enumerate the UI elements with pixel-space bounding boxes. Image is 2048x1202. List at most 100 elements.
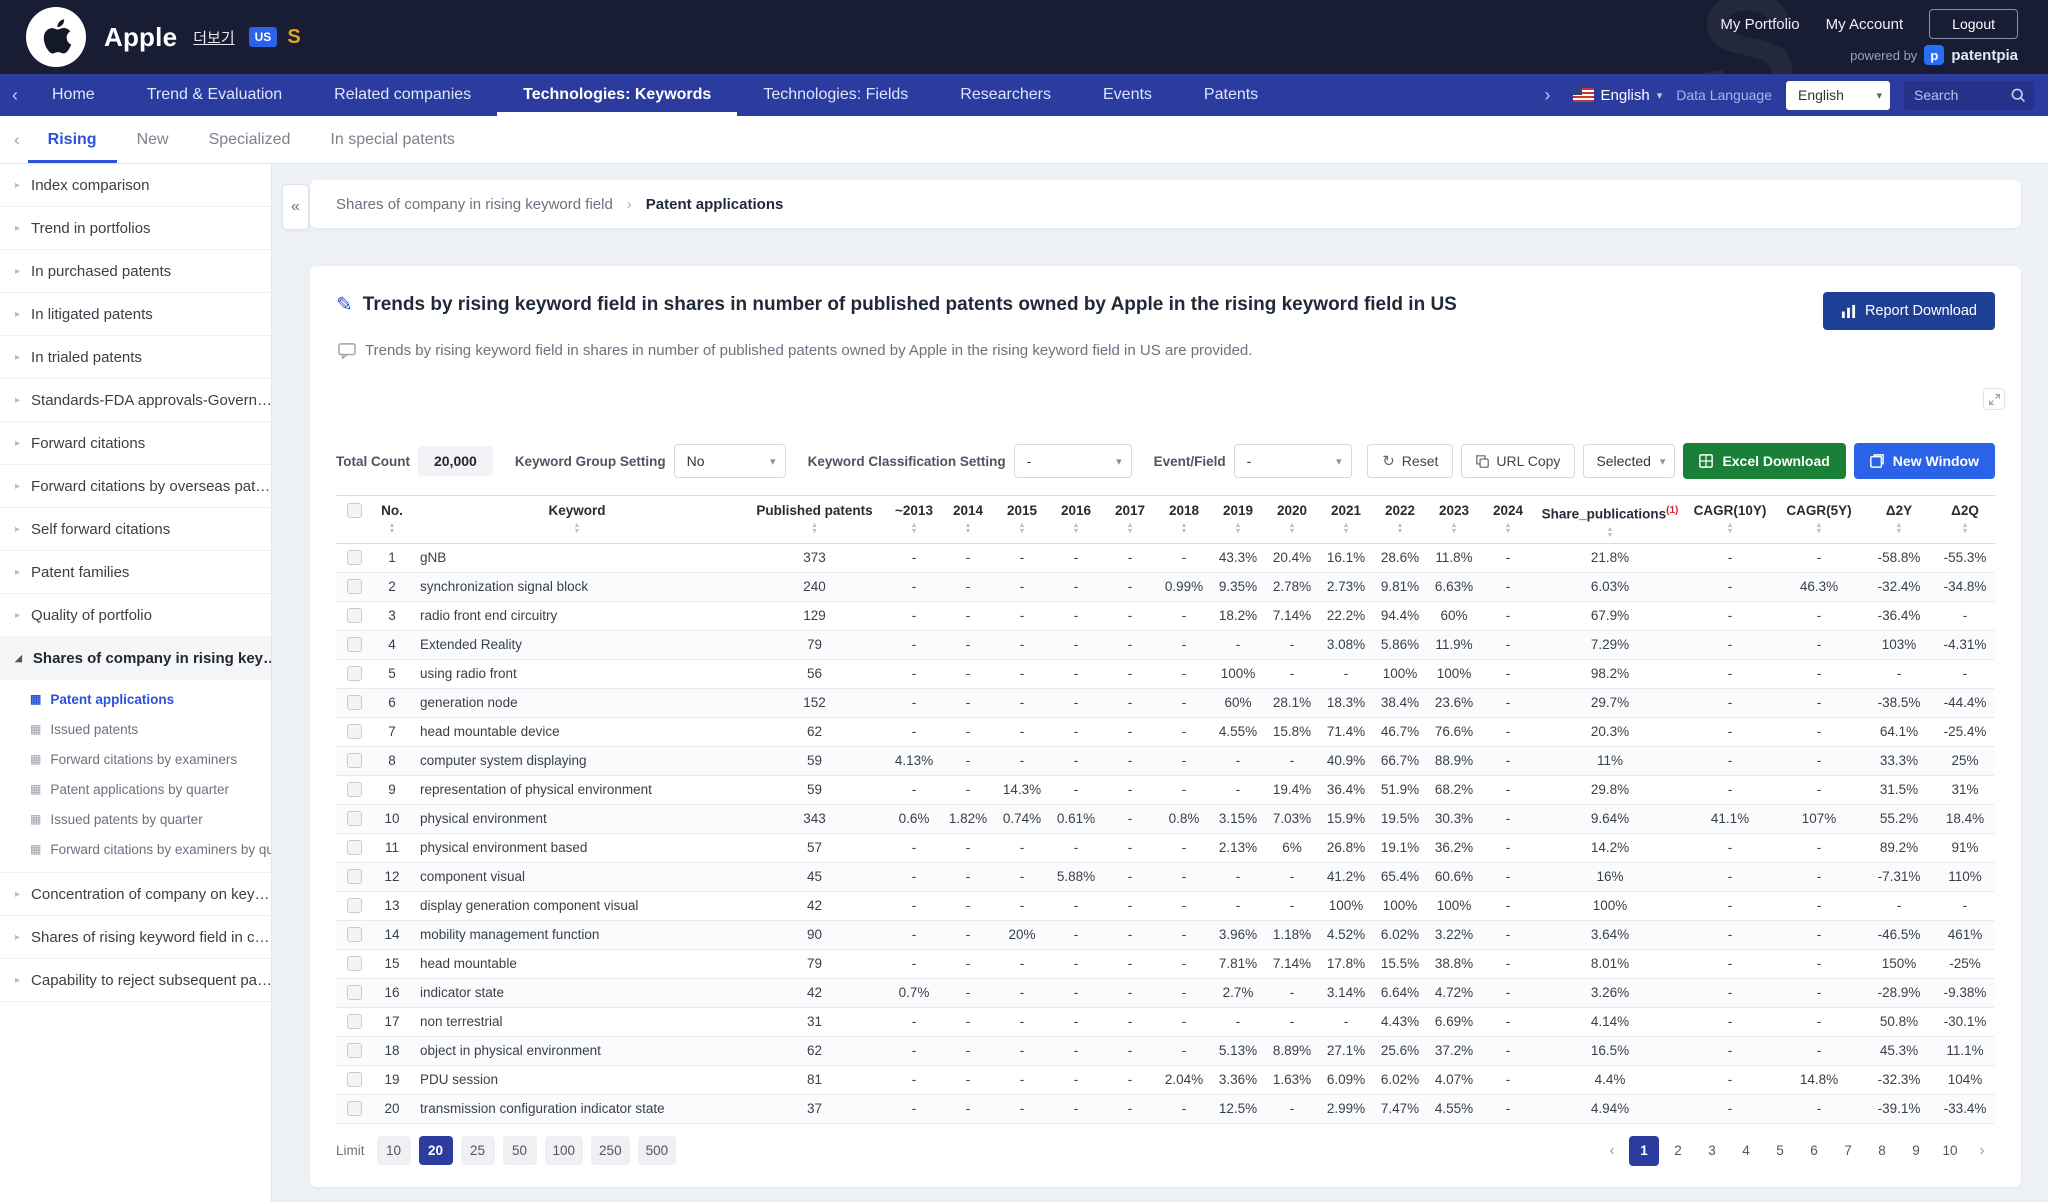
row-checkbox[interactable] <box>347 608 362 623</box>
more-link[interactable]: 더보기 <box>193 27 234 48</box>
url-copy-button[interactable]: URL Copy <box>1461 444 1575 478</box>
nav-item-technologies-keywords[interactable]: Technologies: Keywords <box>497 74 737 116</box>
sidebar-subitem-issued-patents[interactable]: ▦Issued patents <box>0 714 271 744</box>
expand-icon[interactable] <box>1983 388 2005 410</box>
sort-icon[interactable]: ▲▼ <box>1321 523 1371 535</box>
nav-item-patents[interactable]: Patents <box>1178 74 1284 116</box>
logout-button[interactable]: Logout <box>1929 9 2018 39</box>
search-icon[interactable] <box>2010 87 2026 103</box>
report-download-button[interactable]: Report Download <box>1823 292 1995 330</box>
page-button-7[interactable]: 7 <box>1833 1136 1863 1166</box>
sidebar-item-standards-fda-approvals-govern[interactable]: ▸Standards-FDA approvals-Govern… <box>0 379 271 422</box>
page-button-1[interactable]: 1 <box>1629 1136 1659 1166</box>
sort-icon[interactable]: ▲▼ <box>1267 523 1317 535</box>
sort-icon[interactable]: ▲▼ <box>943 523 993 535</box>
row-checkbox[interactable] <box>347 898 362 913</box>
sort-icon[interactable]: ▲▼ <box>1687 523 1773 535</box>
reset-button[interactable]: ↻ Reset <box>1367 444 1453 478</box>
row-checkbox[interactable] <box>347 579 362 594</box>
row-checkbox[interactable] <box>347 550 362 565</box>
row-checkbox[interactable] <box>347 927 362 942</box>
sort-icon[interactable]: ▲▼ <box>1777 523 1861 535</box>
data-language-select[interactable]: English ▾ <box>1786 81 1890 110</box>
row-checkbox[interactable] <box>347 782 362 797</box>
row-checkbox[interactable] <box>347 840 362 855</box>
sidebar-subitem-forward-citations-by-examiners[interactable]: ▦Forward citations by examiners <box>0 744 271 774</box>
sidebar-item-capability-to-reject-subsequent-pa[interactable]: ▸Capability to reject subsequent pa… <box>0 959 271 1002</box>
sidebar-item-in-litigated-patents[interactable]: ▸In litigated patents <box>0 293 271 336</box>
my-portfolio-link[interactable]: My Portfolio <box>1720 16 1799 33</box>
limit-option-50[interactable]: 50 <box>503 1136 537 1165</box>
row-checkbox[interactable] <box>347 666 362 681</box>
tab-new[interactable]: New <box>117 116 189 163</box>
page-button-9[interactable]: 9 <box>1901 1136 1931 1166</box>
tab-rising[interactable]: Rising <box>28 116 117 163</box>
sort-icon[interactable]: ▲▼ <box>1865 523 1933 535</box>
row-checkbox[interactable] <box>347 637 362 652</box>
nav-item-researchers[interactable]: Researchers <box>934 74 1077 116</box>
sidebar-subitem-issued-patents-by-quarter[interactable]: ▦Issued patents by quarter <box>0 804 271 834</box>
sidebar-item-self-forward-citations[interactable]: ▸Self forward citations <box>0 508 271 551</box>
limit-option-10[interactable]: 10 <box>377 1136 411 1165</box>
page-button-10[interactable]: 10 <box>1935 1136 1965 1166</box>
my-account-link[interactable]: My Account <box>1826 16 1904 33</box>
sidebar-item-quality-of-portfolio[interactable]: ▸Quality of portfolio <box>0 594 271 637</box>
sidebar-subitem-patent-applications[interactable]: ▦Patent applications <box>0 684 271 714</box>
selected-filter-select[interactable]: Selected ▾ <box>1583 444 1675 478</box>
event-field-select[interactable]: - ▾ <box>1234 444 1352 478</box>
page-button-8[interactable]: 8 <box>1867 1136 1897 1166</box>
row-checkbox[interactable] <box>347 724 362 739</box>
sort-icon[interactable]: ▲▼ <box>744 523 885 535</box>
sort-icon[interactable]: ▲▼ <box>1213 523 1263 535</box>
sidebar-subitem-patent-applications-by-quarter[interactable]: ▦Patent applications by quarter <box>0 774 271 804</box>
limit-option-250[interactable]: 250 <box>591 1136 630 1165</box>
tab-in-special-patents[interactable]: In special patents <box>310 116 475 163</box>
row-checkbox[interactable] <box>347 695 362 710</box>
sort-icon[interactable]: ▲▼ <box>1159 523 1209 535</box>
page-button-4[interactable]: 4 <box>1731 1136 1761 1166</box>
page-button-2[interactable]: 2 <box>1663 1136 1693 1166</box>
sort-icon[interactable]: ▲▼ <box>889 523 939 535</box>
page-prev-icon[interactable]: ‹ <box>1599 1136 1625 1166</box>
nav-item-related-companies[interactable]: Related companies <box>308 74 497 116</box>
row-checkbox[interactable] <box>347 1101 362 1116</box>
sidebar-subitem-forward-citations-by-examiners-by-qua[interactable]: ▦Forward citations by examiners by qua… <box>0 834 271 864</box>
sort-icon[interactable]: ▲▼ <box>374 523 410 535</box>
sort-icon[interactable]: ▲▼ <box>1051 523 1101 535</box>
page-next-icon[interactable]: › <box>1969 1136 1995 1166</box>
nav-scroll-left-icon[interactable]: ‹ <box>4 74 26 116</box>
sort-icon[interactable]: ▲▼ <box>1375 523 1425 535</box>
new-window-button[interactable]: New Window <box>1854 443 1995 479</box>
sort-icon[interactable]: ▲▼ <box>1105 523 1155 535</box>
sort-icon[interactable]: ▲▼ <box>1937 523 1993 535</box>
sort-icon[interactable]: ▲▼ <box>414 523 740 535</box>
sidebar-item-patent-families[interactable]: ▸Patent families <box>0 551 271 594</box>
nav-item-events[interactable]: Events <box>1077 74 1178 116</box>
sidebar-item-forward-citations-by-overseas-pat[interactable]: ▸Forward citations by overseas pat… <box>0 465 271 508</box>
limit-option-500[interactable]: 500 <box>638 1136 677 1165</box>
subtab-scroll-left-icon[interactable]: ‹ <box>6 116 28 163</box>
sidebar-item-forward-citations[interactable]: ▸Forward citations <box>0 422 271 465</box>
tab-specialized[interactable]: Specialized <box>189 116 311 163</box>
page-button-6[interactable]: 6 <box>1799 1136 1829 1166</box>
keyword-group-select[interactable]: No ▾ <box>674 444 786 478</box>
row-checkbox[interactable] <box>347 811 362 826</box>
limit-option-20[interactable]: 20 <box>419 1136 453 1165</box>
sort-icon[interactable]: ▲▼ <box>1429 523 1479 535</box>
row-checkbox[interactable] <box>347 1043 362 1058</box>
limit-option-100[interactable]: 100 <box>545 1136 584 1165</box>
row-checkbox[interactable] <box>347 956 362 971</box>
row-checkbox[interactable] <box>347 1014 362 1029</box>
nav-scroll-right-icon[interactable]: › <box>1537 85 1559 106</box>
nav-item-technologies-fields[interactable]: Technologies: Fields <box>737 74 934 116</box>
sidebar-item-in-trialed-patents[interactable]: ▸In trialed patents <box>0 336 271 379</box>
sidebar-item-in-purchased-patents[interactable]: ▸In purchased patents <box>0 250 271 293</box>
sidebar-item-trend-in-portfolios[interactable]: ▸Trend in portfolios <box>0 207 271 250</box>
search-input[interactable] <box>1914 87 2010 103</box>
page-button-5[interactable]: 5 <box>1765 1136 1795 1166</box>
row-checkbox[interactable] <box>347 869 362 884</box>
sort-icon[interactable]: ▲▼ <box>1537 527 1683 539</box>
sidebar-item-shares-of-company-in-rising-key[interactable]: ◢Shares of company in rising key… <box>0 637 271 680</box>
sort-icon[interactable]: ▲▼ <box>997 523 1047 535</box>
page-button-3[interactable]: 3 <box>1697 1136 1727 1166</box>
